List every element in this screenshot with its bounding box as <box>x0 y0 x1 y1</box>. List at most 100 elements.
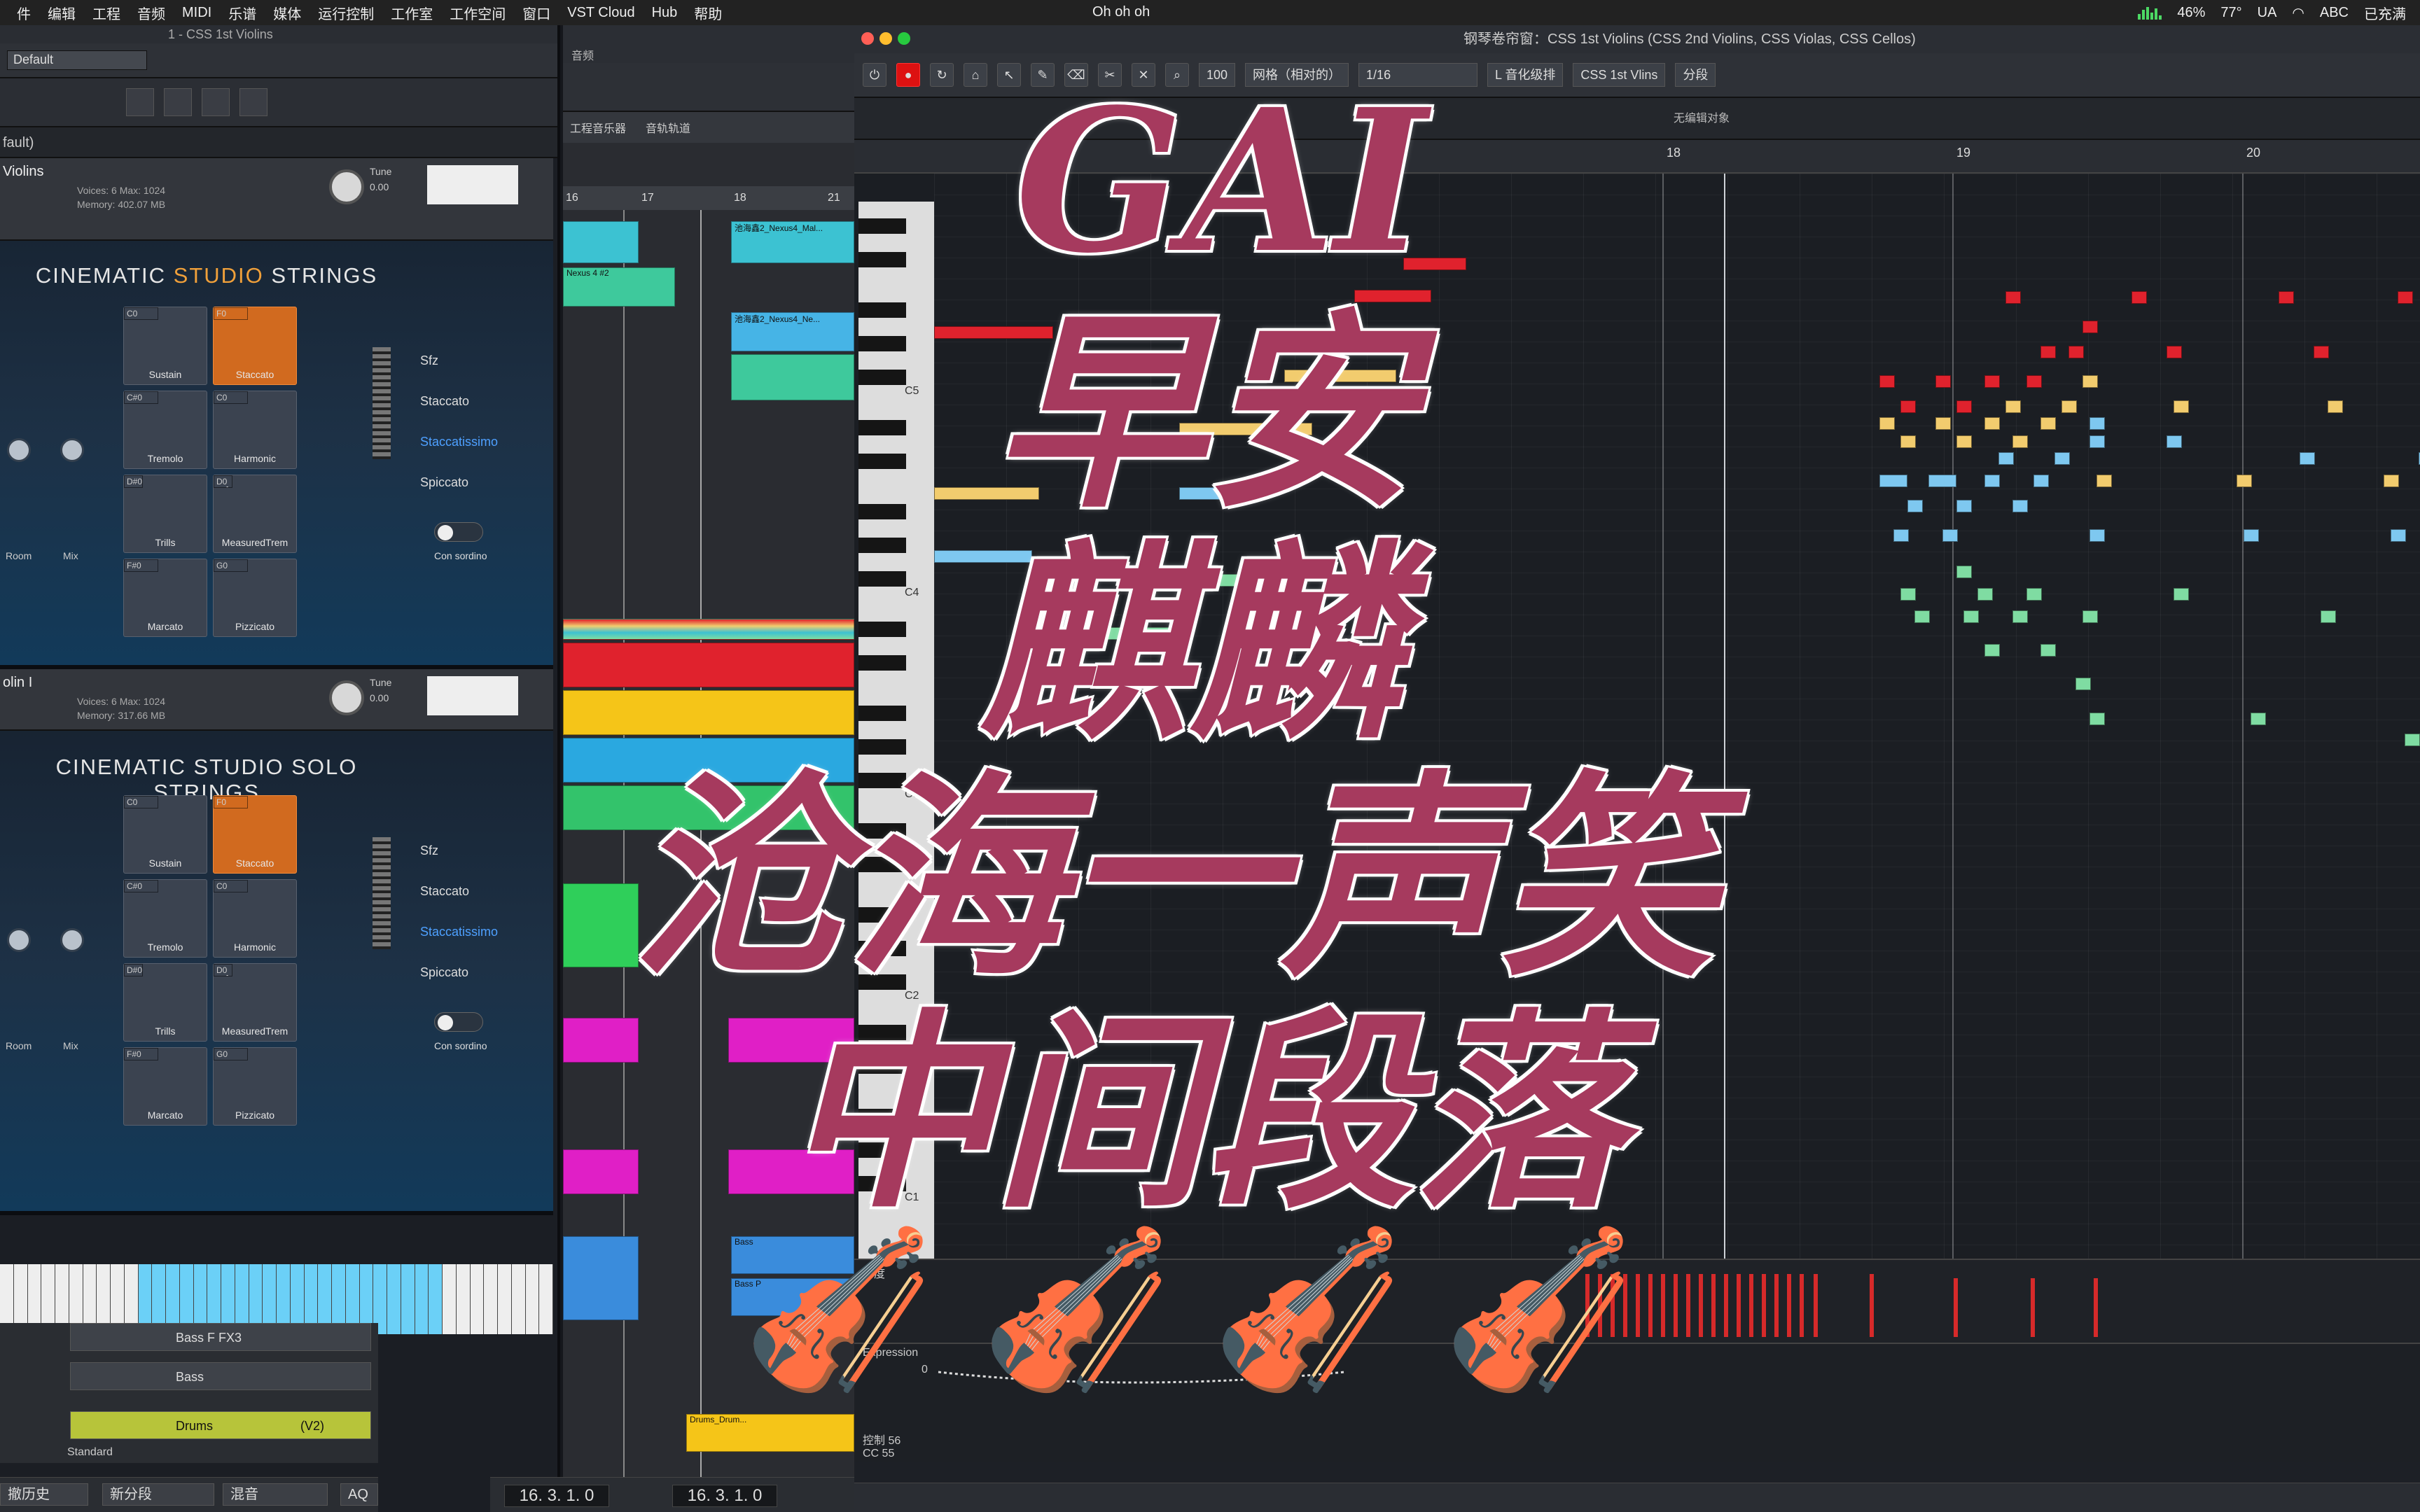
midi-note[interactable] <box>2300 452 2315 465</box>
select-tool-icon[interactable]: ↖ <box>997 63 1021 87</box>
midi-note[interactable] <box>1179 574 1249 587</box>
articulation-trills[interactable]: D#0♪Trills <box>123 475 207 553</box>
black-key[interactable] <box>858 420 906 435</box>
black-key[interactable] <box>858 1142 906 1158</box>
midi-note[interactable] <box>2040 346 2056 358</box>
track-select[interactable]: CSS 1st Vlins <box>1573 63 1666 87</box>
articulation-pizzicato[interactable]: G0♩Pizzicato <box>213 1047 297 1126</box>
midi-note[interactable] <box>1284 370 1396 382</box>
room-knob[interactable] <box>7 928 31 952</box>
articulation-option[interactable]: Staccato <box>420 381 498 421</box>
files-icon[interactable] <box>202 88 230 116</box>
articulation-marcato[interactable]: F#0♩Marcato <box>123 559 207 637</box>
midi-note[interactable] <box>2089 417 2105 430</box>
midi-note[interactable] <box>2398 291 2413 304</box>
black-key[interactable] <box>858 773 906 788</box>
rack-header[interactable]: fault) <box>0 127 557 158</box>
midi-note[interactable] <box>2005 291 2021 304</box>
midi-note[interactable] <box>1956 500 1972 512</box>
midi-note[interactable] <box>1928 475 1956 487</box>
midi-note[interactable] <box>1907 500 1923 512</box>
clip[interactable] <box>728 1018 854 1063</box>
midi-note[interactable] <box>2391 529 2406 542</box>
mix-select[interactable]: 混音 <box>223 1483 328 1506</box>
midi-note[interactable] <box>2174 400 2189 413</box>
black-key[interactable] <box>858 857 906 872</box>
articulation-trills[interactable]: D#0♪Trills <box>123 963 207 1042</box>
midi-note[interactable] <box>1956 435 1972 448</box>
history-select[interactable]: 撤历史 <box>0 1483 88 1506</box>
menu-item-file[interactable]: 件 <box>17 3 31 23</box>
velocity-bar[interactable] <box>1611 1274 1615 1337</box>
clip[interactable] <box>563 785 854 830</box>
articulation-measured-trem[interactable]: D0♯MeasuredTrem <box>213 963 297 1042</box>
menu-item-media[interactable]: 媒体 <box>273 3 301 23</box>
aq-button[interactable]: AQ <box>340 1483 378 1506</box>
midi-note[interactable] <box>1900 435 1916 448</box>
clip[interactable]: Bass P <box>731 1278 854 1316</box>
midi-note[interactable] <box>2174 588 2189 601</box>
menu-item-hub[interactable]: Hub <box>652 5 678 21</box>
midi-note[interactable] <box>2089 529 2105 542</box>
articulation-tremolo[interactable]: C#0♬Tremolo <box>123 879 207 958</box>
midi-note[interactable] <box>2082 610 2098 623</box>
tab-tracks[interactable]: 音轨轨道 <box>646 119 690 136</box>
midi-note[interactable] <box>1914 610 1930 623</box>
midi-note[interactable] <box>2279 291 2294 304</box>
midi-note[interactable] <box>2012 610 2028 623</box>
room-knob[interactable] <box>7 438 31 462</box>
menu-item-score[interactable]: 乐谱 <box>228 3 256 23</box>
velocity-bar[interactable] <box>1686 1274 1690 1337</box>
input-method[interactable]: ABC <box>2320 5 2349 21</box>
midi-note[interactable] <box>2054 452 2070 465</box>
clip[interactable]: 池海鑫2_Nexus4_Ne... <box>731 312 854 351</box>
clip[interactable]: Bass <box>731 1236 854 1274</box>
menu-item-midi[interactable]: MIDI <box>182 5 211 21</box>
loop-icon[interactable]: ↻ <box>930 63 954 87</box>
playhead-line[interactable] <box>700 210 702 1498</box>
legato-select[interactable]: L 音化级排 <box>1487 63 1564 87</box>
articulation-option[interactable]: Spiccato <box>420 952 498 993</box>
black-key[interactable] <box>858 1176 906 1191</box>
black-key[interactable] <box>858 1025 906 1040</box>
menu-item-audio[interactable]: 音频 <box>137 3 165 23</box>
playhead[interactable] <box>1724 174 1725 1259</box>
midi-note[interactable] <box>1956 566 1972 578</box>
black-key[interactable] <box>858 252 906 267</box>
clip[interactable] <box>728 1149 854 1194</box>
con-sordino-toggle[interactable] <box>434 1012 483 1032</box>
left-locator[interactable]: 16. 3. 1. 0 <box>504 1485 609 1507</box>
velocity-lane[interactable]: 力度 <box>854 1259 2420 1343</box>
velocity-bar[interactable] <box>1661 1274 1665 1337</box>
velocity-bar[interactable] <box>1699 1274 1703 1337</box>
midi-note[interactable] <box>1956 400 1972 413</box>
velocity-bar[interactable] <box>1623 1274 1627 1337</box>
black-key[interactable] <box>858 302 906 318</box>
velocity-bar[interactable] <box>1749 1274 1753 1337</box>
articulation-option-selected[interactable]: Staccatissimo <box>420 911 498 952</box>
midi-note[interactable] <box>1179 487 1221 500</box>
menu-item-help[interactable]: 帮助 <box>694 3 722 23</box>
zoom-icon[interactable] <box>898 32 910 45</box>
menu-item-studio[interactable]: 工作室 <box>391 3 433 23</box>
black-key[interactable] <box>858 622 906 637</box>
midi-note[interactable] <box>2012 500 2028 512</box>
midi-note[interactable] <box>1900 400 1916 413</box>
eraser-tool-icon[interactable]: ⌫ <box>1064 63 1088 87</box>
articulation-option[interactable]: Sfz <box>420 340 498 381</box>
black-key[interactable] <box>858 454 906 469</box>
midi-note[interactable] <box>2005 400 2021 413</box>
piano-keyboard[interactable]: C5 C4 C3 C2 C1 <box>858 202 934 1273</box>
pencil-tool-icon[interactable]: ✎ <box>1031 63 1055 87</box>
midi-note[interactable] <box>2075 678 2091 690</box>
wifi-icon[interactable]: ◠ <box>2292 4 2304 22</box>
velocity-bar[interactable] <box>1814 1274 1818 1337</box>
midi-note[interactable] <box>2167 435 2182 448</box>
midi-note[interactable] <box>2082 321 2098 333</box>
clip[interactable] <box>563 1236 639 1320</box>
articulation-measured-trem[interactable]: D0♯MeasuredTrem <box>213 475 297 553</box>
midi-note[interactable] <box>1984 475 2000 487</box>
right-locator[interactable]: 16. 3. 1. 0 <box>672 1485 777 1507</box>
power-icon[interactable]: ⏻ <box>863 63 886 87</box>
midi-note[interactable] <box>1074 627 1186 640</box>
